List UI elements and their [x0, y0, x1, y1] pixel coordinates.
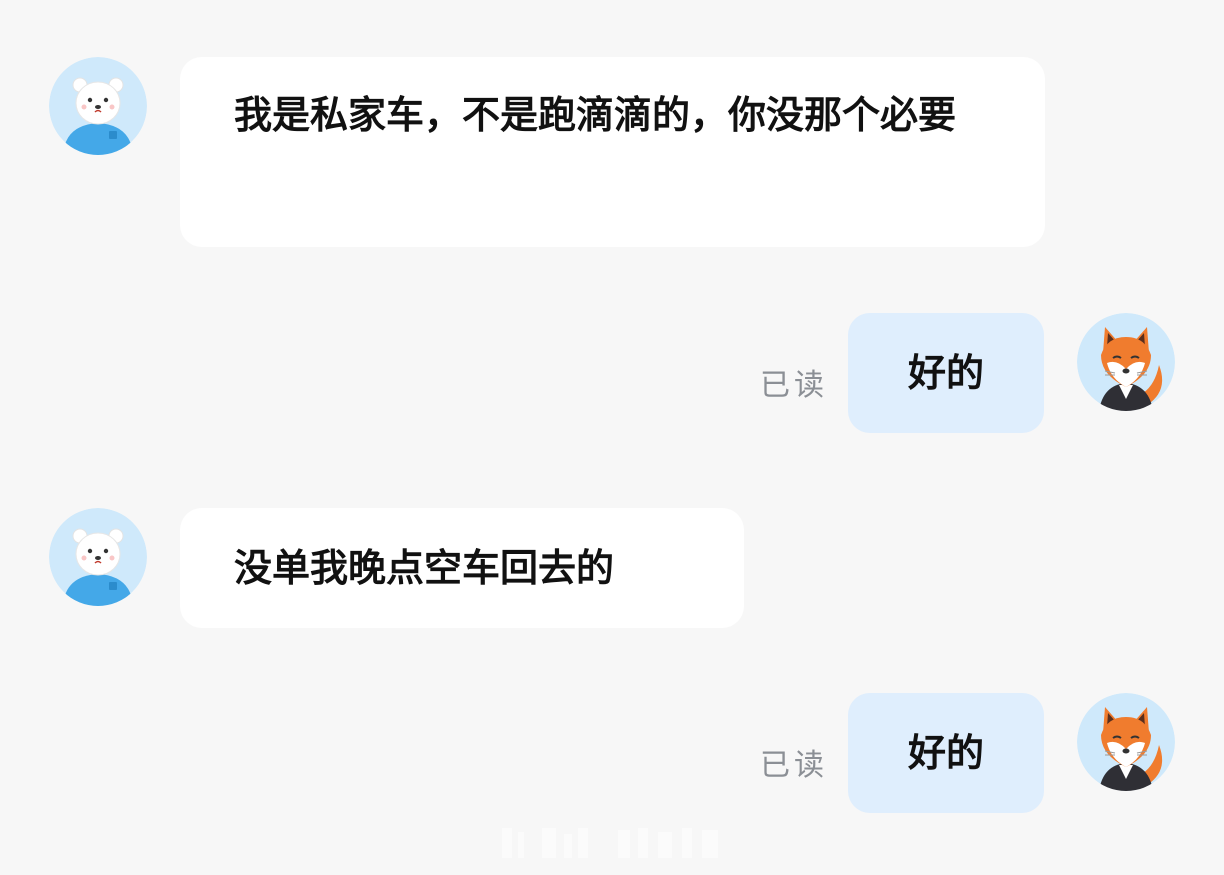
incoming-message-bubble[interactable]: 我是私家车，不是跑滴滴的，你没那个必要 — [180, 57, 1045, 247]
read-status: 已读 — [760, 748, 828, 783]
polar-bear-avatar-icon[interactable] — [49, 57, 147, 155]
message-text: 我是私家车，不是跑滴滴的，你没那个必要 — [234, 92, 957, 137]
incoming-message-bubble[interactable]: 没单我晚点空车回去的 — [180, 508, 744, 628]
outgoing-message-bubble[interactable]: 好的 — [848, 693, 1044, 813]
message-text: 没单我晚点空车回去的 — [234, 545, 615, 590]
polar-bear-avatar-icon[interactable] — [49, 508, 147, 606]
watermark-decoration — [498, 826, 730, 862]
outgoing-message-bubble[interactable]: 好的 — [848, 313, 1044, 433]
message-text: 好的 — [907, 730, 984, 775]
read-status: 已读 — [760, 368, 828, 403]
message-text: 好的 — [907, 350, 984, 395]
fox-avatar-icon[interactable] — [1077, 313, 1175, 411]
fox-avatar-icon[interactable] — [1077, 693, 1175, 791]
